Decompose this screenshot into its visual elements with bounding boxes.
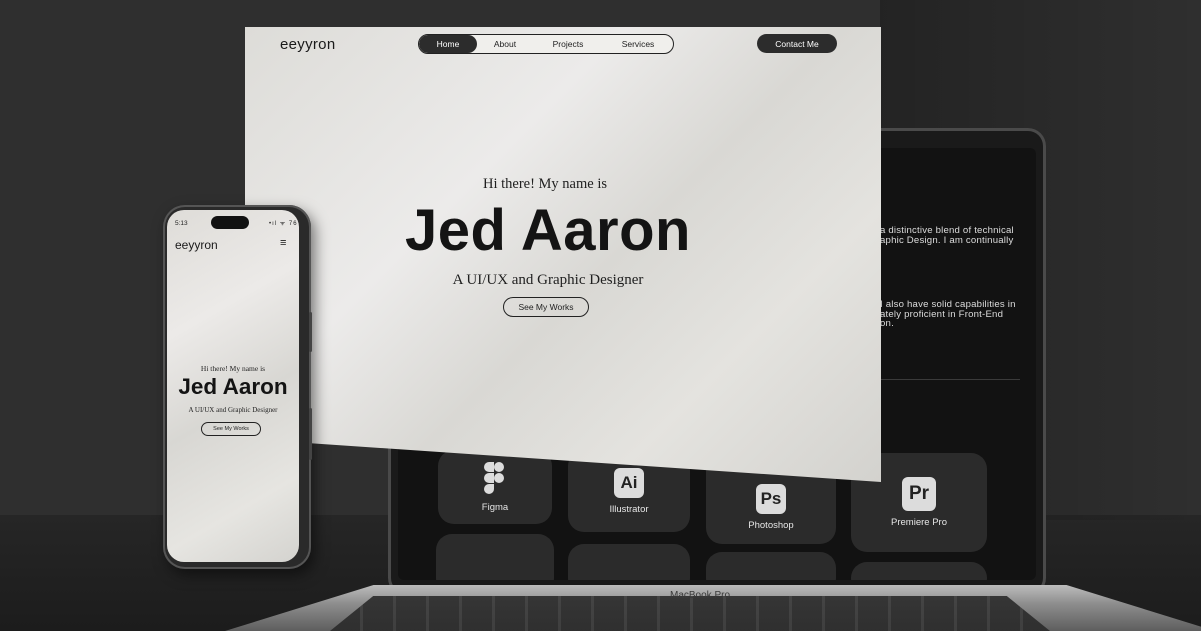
hero-role: A UI/UX and Graphic Designer bbox=[188, 406, 278, 414]
main-nav: Home About Projects Services bbox=[418, 34, 674, 54]
tool-card-figma[interactable]: Figma bbox=[438, 450, 552, 524]
phone-screen: 5:13 •ıl ᯤ 76 eeyyron ≡ Hi there! My nam… bbox=[167, 210, 299, 562]
status-icons: •ıl ᯤ 76 bbox=[269, 221, 298, 227]
hero-name: Jed Aaron bbox=[178, 374, 288, 399]
tool-label: Figma bbox=[481, 501, 509, 513]
phone-side-button bbox=[309, 312, 312, 352]
tool-label: Photoshop bbox=[748, 519, 794, 531]
photoshop-icon: Ps bbox=[756, 483, 786, 514]
laptop-keyboard bbox=[330, 596, 1050, 631]
status-time: 5:13 bbox=[175, 220, 188, 227]
macbook-label: MacBook Pro bbox=[669, 590, 731, 601]
tool-card[interactable] bbox=[706, 552, 836, 580]
illustrator-icon: Ai bbox=[614, 467, 644, 498]
hero-greeting: Hi there! My name is bbox=[482, 176, 608, 192]
hero-name: Jed Aaron bbox=[405, 198, 691, 263]
tool-card[interactable] bbox=[851, 562, 987, 580]
contact-button[interactable]: Contact Me bbox=[757, 34, 837, 53]
nav-home[interactable]: Home bbox=[419, 35, 477, 53]
figma-icon bbox=[484, 461, 506, 494]
hero-greeting: Hi there! My name is bbox=[200, 364, 266, 373]
tool-card[interactable] bbox=[568, 544, 690, 580]
about-text-line: aphic Design. I am continually bbox=[880, 235, 1014, 246]
premiere-icon: Pr bbox=[902, 477, 936, 511]
tool-label: Illustrator bbox=[609, 503, 649, 515]
dynamic-island bbox=[211, 216, 249, 229]
hamburger-menu-icon[interactable]: ≡ bbox=[280, 237, 286, 249]
phone-side-button bbox=[309, 408, 312, 460]
tool-label: Premiere Pro bbox=[891, 517, 947, 528]
see-works-button[interactable]: See My Works bbox=[201, 422, 261, 436]
nav-about[interactable]: About bbox=[477, 35, 533, 53]
tool-card[interactable] bbox=[436, 534, 554, 580]
nav-services[interactable]: Services bbox=[603, 35, 673, 53]
site-logo[interactable]: eeyyron bbox=[175, 238, 218, 252]
hero-role: A UI/UX and Graphic Designer bbox=[452, 272, 644, 288]
see-works-button[interactable]: See My Works bbox=[503, 297, 589, 317]
about-text-line: ately proficient in Front-End bbox=[880, 309, 1004, 320]
section-divider bbox=[880, 379, 1020, 380]
about-text-line: on. bbox=[880, 318, 894, 329]
nav-projects[interactable]: Projects bbox=[533, 35, 603, 53]
desktop-website-mockup: eeyyron Home About Projects Services Con… bbox=[245, 27, 881, 482]
site-logo[interactable]: eeyyron bbox=[280, 36, 335, 53]
